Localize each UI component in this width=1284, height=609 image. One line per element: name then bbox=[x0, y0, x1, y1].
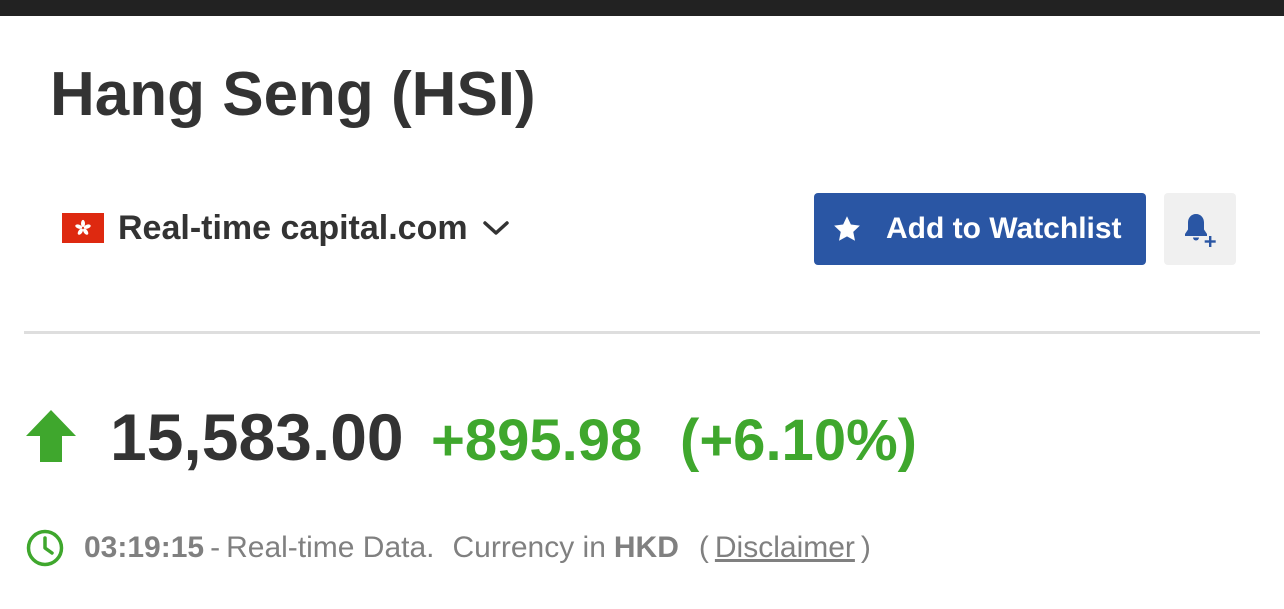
star-icon bbox=[832, 214, 862, 244]
top-bar bbox=[0, 0, 1284, 16]
currency-prefix: Currency in bbox=[452, 531, 606, 564]
arrow-up-icon bbox=[26, 410, 76, 467]
data-source-label: Real-time capital.com bbox=[118, 208, 468, 247]
data-type-label: Real-time Data. bbox=[226, 531, 435, 564]
clock-icon bbox=[26, 529, 64, 567]
currency-code: HKD bbox=[613, 531, 679, 564]
add-to-watchlist-label: Add to Watchlist bbox=[886, 212, 1122, 245]
section-divider bbox=[24, 331, 1260, 334]
separator: - bbox=[210, 531, 221, 564]
paren-open: ( bbox=[698, 531, 709, 564]
create-alert-button[interactable] bbox=[1164, 193, 1236, 265]
disclaimer-link[interactable]: Disclaimer bbox=[715, 531, 855, 565]
bell-plus-icon bbox=[1181, 210, 1219, 248]
price-change: +895.98 bbox=[431, 408, 643, 473]
paren-close: ) bbox=[860, 531, 871, 564]
data-source-selector[interactable]: Real-time capital.com bbox=[62, 206, 510, 250]
quote-info-row: 03:19:15 - Real-time Data. Currency in H… bbox=[26, 526, 871, 570]
add-to-watchlist-button[interactable]: Add to Watchlist bbox=[814, 193, 1146, 265]
quote-time: 03:19:15 bbox=[84, 531, 205, 564]
chevron-down-icon[interactable] bbox=[482, 219, 510, 237]
page-title: Hang Seng (HSI) bbox=[50, 60, 536, 129]
hong-kong-flag-icon bbox=[62, 213, 104, 243]
last-price: 15,583.00 bbox=[110, 400, 404, 474]
price-change-percent: (+6.10%) bbox=[680, 408, 917, 473]
